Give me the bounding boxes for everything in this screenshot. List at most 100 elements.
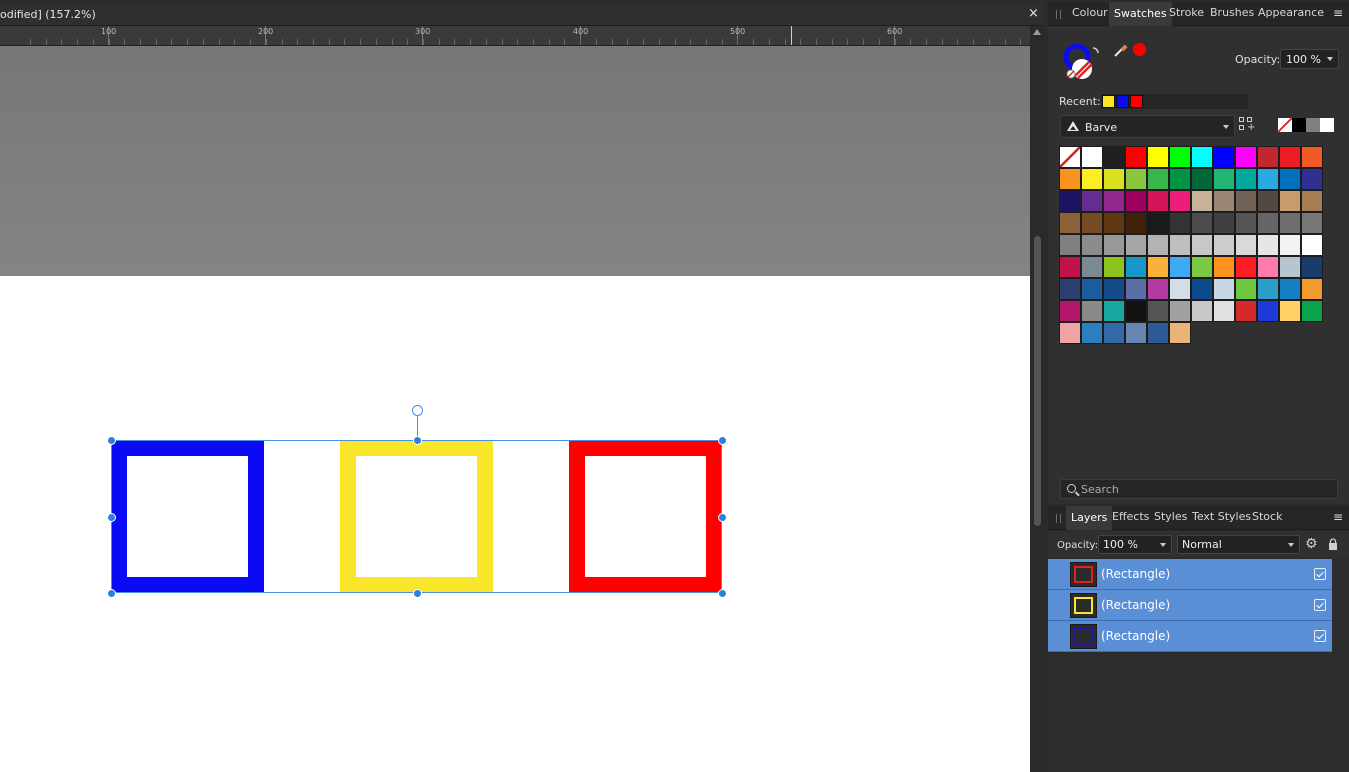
layer-visibility-checkbox[interactable] (1314, 630, 1326, 642)
color-swatch[interactable] (1059, 190, 1081, 212)
color-swatch[interactable] (1257, 234, 1279, 256)
color-swatch[interactable] (1301, 212, 1323, 234)
color-swatch[interactable] (1147, 322, 1169, 344)
color-swatch[interactable] (1169, 168, 1191, 190)
color-swatch[interactable] (1191, 190, 1213, 212)
color-swatch[interactable] (1191, 256, 1213, 278)
document-tab[interactable]: odified] (157.2%) × (0, 2, 1045, 26)
color-swatch[interactable] (1301, 168, 1323, 190)
color-swatch[interactable] (1213, 234, 1235, 256)
color-swatch[interactable] (1213, 212, 1235, 234)
close-document-icon[interactable]: × (1028, 6, 1039, 21)
color-swatch[interactable] (1059, 146, 1081, 168)
color-swatch[interactable] (1125, 146, 1147, 168)
tab-swatches[interactable]: Swatches (1109, 2, 1172, 26)
color-swatch[interactable] (1191, 278, 1213, 300)
color-swatch[interactable] (1213, 190, 1235, 212)
color-swatch[interactable] (1235, 168, 1257, 190)
color-swatch[interactable] (1235, 278, 1257, 300)
color-swatch[interactable] (1103, 278, 1125, 300)
color-swatch[interactable] (1213, 256, 1235, 278)
color-swatch[interactable] (1059, 322, 1081, 344)
color-swatch[interactable] (1279, 190, 1301, 212)
color-swatch[interactable] (1081, 234, 1103, 256)
tab-effects[interactable]: Effects (1112, 510, 1149, 523)
quick-swatch[interactable] (1306, 118, 1320, 132)
quick-swatch[interactable] (1320, 118, 1334, 132)
color-swatch[interactable] (1059, 234, 1081, 256)
layer-row-rectangle-red[interactable]: (Rectangle) (1048, 559, 1332, 590)
color-swatch[interactable] (1279, 168, 1301, 190)
tab-appearance[interactable]: Appearance (1258, 6, 1324, 19)
resize-handle-bottom-left[interactable] (107, 589, 116, 598)
resize-handle-top[interactable] (413, 436, 422, 445)
scroll-up-icon[interactable] (1033, 29, 1041, 35)
color-swatch[interactable] (1301, 190, 1323, 212)
color-swatch[interactable] (1191, 146, 1213, 168)
color-swatch[interactable] (1213, 168, 1235, 190)
panel-grip-icon[interactable] (1056, 514, 1061, 523)
tab-stock[interactable]: Stock (1252, 510, 1282, 523)
color-swatch[interactable] (1125, 256, 1147, 278)
color-swatch[interactable] (1213, 278, 1235, 300)
color-swatch[interactable] (1213, 146, 1235, 168)
color-swatch[interactable] (1235, 212, 1257, 234)
panel-menu-icon[interactable]: ≡ (1333, 6, 1343, 20)
scrollbar-thumb[interactable] (1034, 236, 1041, 526)
color-swatch[interactable] (1125, 168, 1147, 190)
color-swatch[interactable] (1301, 256, 1323, 278)
color-swatch[interactable] (1147, 190, 1169, 212)
color-swatch[interactable] (1235, 190, 1257, 212)
tab-brushes[interactable]: Brushes (1210, 6, 1254, 19)
color-swatch[interactable] (1125, 300, 1147, 322)
color-swatch[interactable] (1147, 146, 1169, 168)
tab-styles[interactable]: Styles (1154, 510, 1187, 523)
color-swatch[interactable] (1125, 234, 1147, 256)
color-swatch[interactable] (1169, 146, 1191, 168)
color-swatch[interactable] (1081, 146, 1103, 168)
color-swatch[interactable] (1147, 168, 1169, 190)
color-swatch[interactable] (1059, 212, 1081, 234)
color-swatch[interactable] (1081, 300, 1103, 322)
color-swatch[interactable] (1147, 234, 1169, 256)
color-swatch[interactable] (1169, 256, 1191, 278)
color-swatch[interactable] (1059, 256, 1081, 278)
color-swatch[interactable] (1103, 190, 1125, 212)
tab-stroke[interactable]: Stroke (1169, 6, 1204, 19)
color-swatch[interactable] (1125, 322, 1147, 344)
color-swatch[interactable] (1103, 322, 1125, 344)
rotation-handle[interactable] (412, 405, 423, 416)
resize-handle-top-left[interactable] (107, 436, 116, 445)
search-input[interactable] (1081, 482, 1331, 497)
gear-icon[interactable]: ⚙ (1305, 536, 1318, 552)
fill-stroke-well[interactable] (1063, 43, 1103, 83)
color-swatch[interactable] (1191, 234, 1213, 256)
color-swatch[interactable] (1103, 256, 1125, 278)
color-swatch[interactable] (1191, 212, 1213, 234)
color-swatch[interactable] (1301, 300, 1323, 322)
layer-row-rectangle-yellow[interactable]: (Rectangle) (1048, 590, 1332, 621)
color-swatch[interactable] (1081, 256, 1103, 278)
recent-swatch-yellow[interactable] (1102, 95, 1115, 108)
color-swatch[interactable] (1301, 278, 1323, 300)
color-swatch[interactable] (1279, 300, 1301, 322)
color-swatch[interactable] (1125, 212, 1147, 234)
color-swatch[interactable] (1103, 234, 1125, 256)
color-swatch[interactable] (1147, 278, 1169, 300)
layer-visibility-checkbox[interactable] (1314, 599, 1326, 611)
color-swatch[interactable] (1103, 212, 1125, 234)
color-swatch[interactable] (1235, 256, 1257, 278)
add-swatch-grid-icon[interactable]: + (1239, 117, 1255, 133)
color-swatch[interactable] (1235, 300, 1257, 322)
color-swatch[interactable] (1059, 300, 1081, 322)
layer-row-rectangle-blue[interactable]: (Rectangle) (1048, 621, 1332, 652)
swatch-search[interactable] (1060, 479, 1338, 499)
color-swatch[interactable] (1059, 168, 1081, 190)
color-picker-icon[interactable] (1112, 43, 1128, 59)
color-swatch[interactable] (1213, 300, 1235, 322)
recent-swatch-blue[interactable] (1116, 95, 1129, 108)
resize-handle-left[interactable] (107, 513, 116, 522)
color-swatch[interactable] (1257, 212, 1279, 234)
color-swatch[interactable] (1169, 212, 1191, 234)
color-swatch[interactable] (1169, 300, 1191, 322)
